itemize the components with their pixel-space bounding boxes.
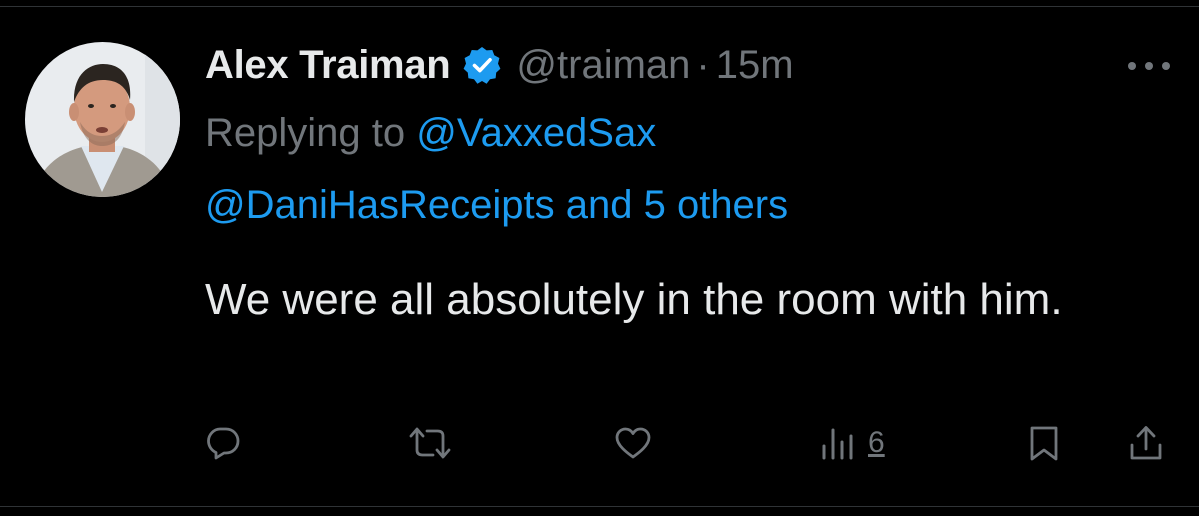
more-icon[interactable]	[1128, 60, 1170, 72]
views-button[interactable]: 6	[820, 418, 885, 468]
header-separator: ·	[696, 42, 710, 87]
replying-to: Replying to @VaxxedSax	[205, 111, 656, 156]
heart-icon	[614, 426, 652, 460]
top-divider	[0, 6, 1199, 7]
replying-to-user-link[interactable]: @VaxxedSax	[416, 111, 656, 155]
display-name[interactable]: Alex Traiman	[205, 43, 451, 88]
tweet-text: We were all absolutely in the room with …	[205, 275, 1063, 324]
action-bar: 6	[0, 418, 1199, 468]
views-count: 6	[868, 426, 885, 459]
timestamp[interactable]: 15m	[716, 43, 794, 88]
avatar[interactable]	[25, 42, 180, 197]
verified-badge-icon[interactable]	[462, 45, 502, 85]
bookmark-icon	[1028, 424, 1060, 462]
retweet-button[interactable]	[408, 418, 452, 468]
bookmark-button[interactable]	[1028, 418, 1060, 468]
share-button[interactable]	[1128, 418, 1164, 468]
views-icon	[820, 426, 856, 460]
like-button[interactable]	[614, 418, 652, 468]
reply-icon	[206, 426, 240, 460]
bottom-divider	[0, 506, 1199, 507]
reply-button[interactable]	[206, 418, 240, 468]
replying-to-label: Replying to	[205, 111, 406, 155]
replying-to-others-link[interactable]: @DaniHasReceipts and 5 others	[205, 183, 788, 227]
share-icon	[1128, 424, 1164, 462]
author-handle[interactable]: @traiman	[516, 43, 690, 88]
retweet-icon	[408, 426, 452, 460]
tweet-header: Alex Traiman @traiman · 15m	[205, 38, 794, 92]
